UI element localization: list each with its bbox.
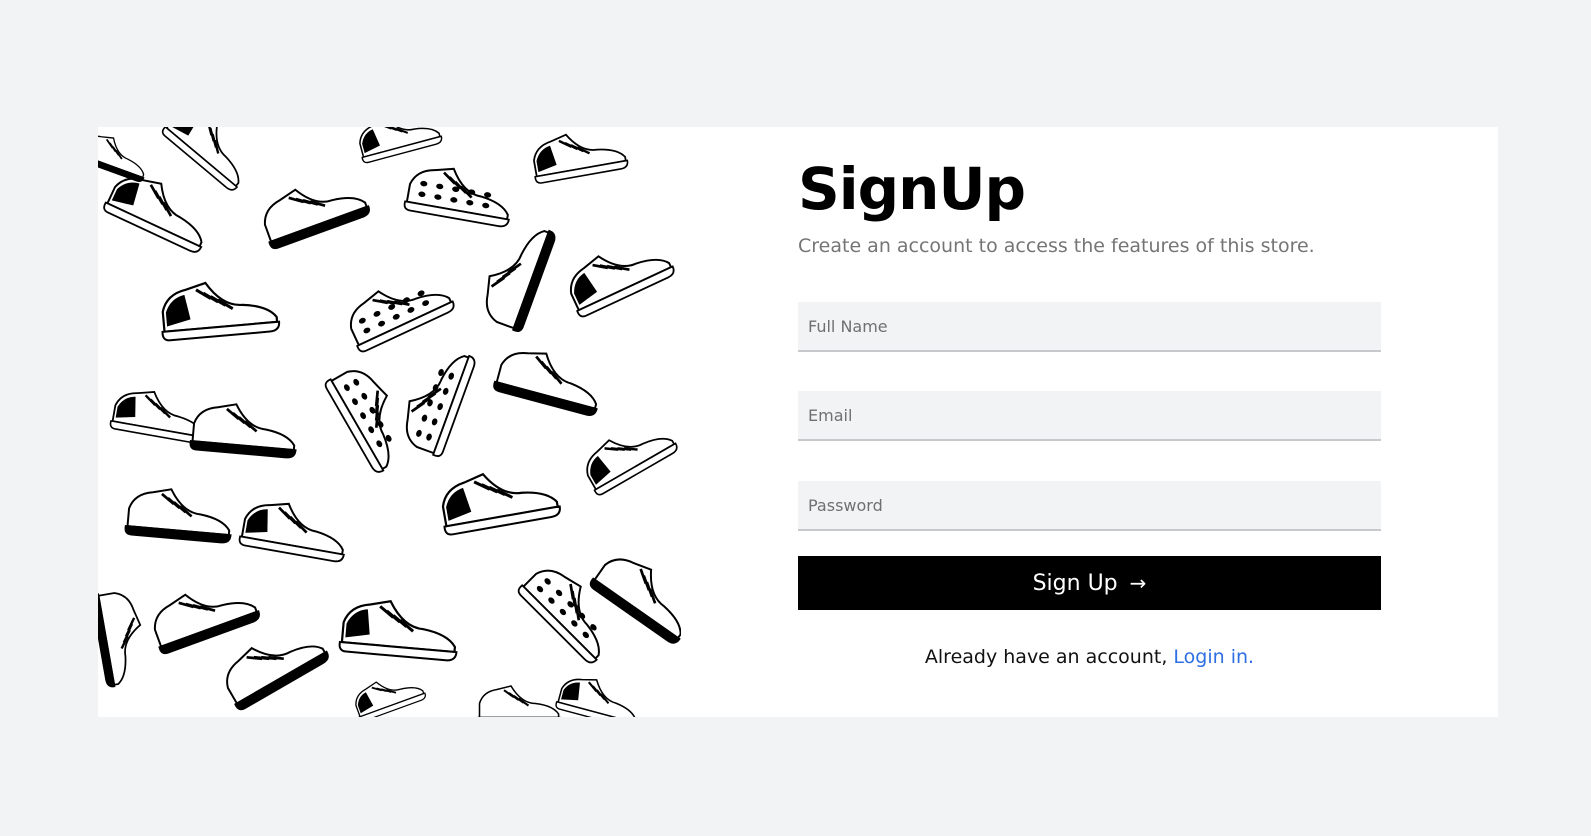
sneaker-drawing xyxy=(238,502,345,563)
sneaker-drawing xyxy=(161,127,240,191)
sign-up-button[interactable]: Sign Up → xyxy=(798,556,1381,610)
sneaker-drawing xyxy=(226,645,329,711)
sneaker-drawing xyxy=(189,403,297,459)
sneaker-drawing xyxy=(533,133,629,184)
sneaker-drawing xyxy=(338,600,458,662)
sneaker-drawing xyxy=(589,558,681,644)
signup-card: SignUp Create an account to access the f… xyxy=(98,127,1498,717)
sneaker-drawing xyxy=(405,354,476,457)
sign-up-button-label: Sign Up xyxy=(1032,570,1118,596)
page-subtitle: Create an account to access the features… xyxy=(798,235,1315,257)
sneaker-drawing xyxy=(485,229,556,332)
password-field[interactable] xyxy=(798,481,1381,531)
sneaker-drawing xyxy=(349,290,455,353)
login-prompt-text: Already have an account, xyxy=(924,646,1168,668)
sneaker-drawing xyxy=(441,472,561,536)
sneaker-drawing xyxy=(569,255,675,318)
sneaker-drawing xyxy=(493,352,598,416)
sneaker-drawing xyxy=(103,177,203,253)
sneaker-drawing xyxy=(161,281,281,342)
login-link[interactable]: Login in. xyxy=(1173,646,1254,668)
sneaker-drawing xyxy=(359,127,443,164)
sneaker-drawing xyxy=(263,188,370,250)
sneaker-drawing xyxy=(98,135,145,182)
sneaker-drawing xyxy=(586,437,678,496)
arrow-right-icon: → xyxy=(1129,571,1147,595)
page-title: SignUp xyxy=(798,155,1026,223)
sneaker-drawing xyxy=(355,681,426,717)
sneakers-illustration xyxy=(98,127,681,717)
sneaker-drawing xyxy=(403,167,510,228)
sneaker-drawing xyxy=(555,678,637,717)
sneaker-drawing xyxy=(324,370,392,473)
email-field[interactable] xyxy=(798,391,1381,441)
sneaker-drawing xyxy=(153,593,260,655)
sneaker-drawing xyxy=(477,685,561,717)
login-prompt: Already have an account, Login in. xyxy=(798,646,1381,668)
full-name-field[interactable] xyxy=(798,302,1381,352)
signup-form: SignUp Create an account to access the f… xyxy=(798,127,1398,717)
sneakers-pattern-image xyxy=(98,127,681,717)
sneaker-drawing xyxy=(98,592,142,688)
sneaker-drawing xyxy=(124,488,232,544)
